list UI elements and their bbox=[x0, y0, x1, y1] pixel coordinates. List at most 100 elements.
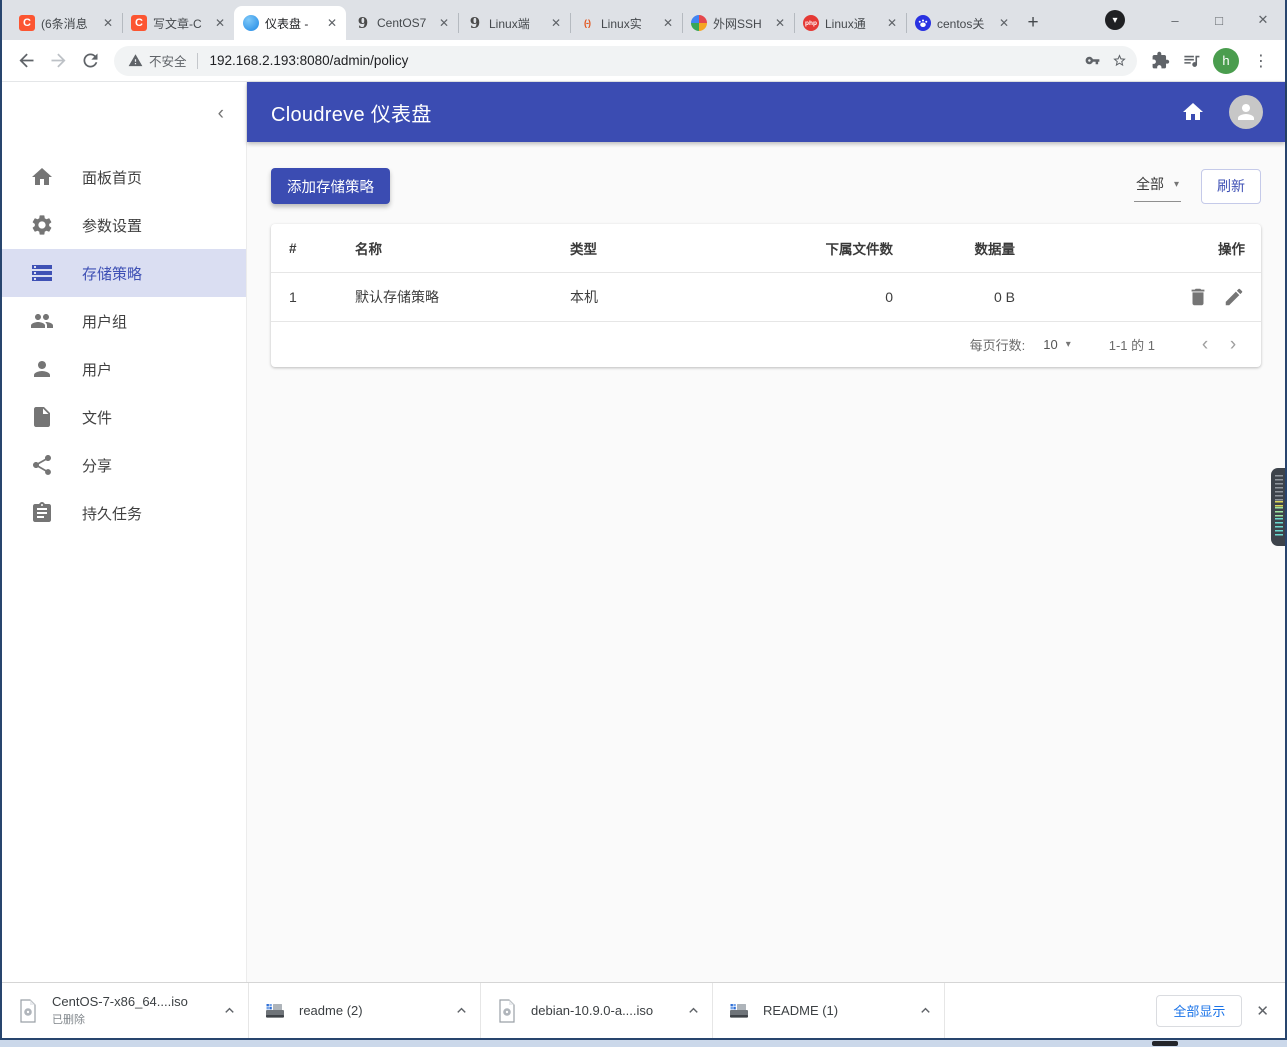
sidebar-item-label: 面板首页 bbox=[82, 169, 143, 187]
sidebar-item-label: 分享 bbox=[82, 457, 113, 475]
cloudreve-favicon bbox=[243, 15, 259, 31]
sidebar-header: ‹ bbox=[2, 82, 246, 145]
sidebar-item-dashboard[interactable]: 面板首页 bbox=[2, 153, 246, 201]
user-avatar[interactable] bbox=[1229, 95, 1263, 129]
browser-menu-icon[interactable]: ⋮ bbox=[1251, 51, 1271, 71]
policy-table-card: # 名称 类型 下属文件数 数据量 操作 1 默认存储策略 本机 0 0 B 每… bbox=[271, 224, 1261, 367]
previous-page-icon[interactable]: ‹ bbox=[1191, 334, 1219, 356]
browser-profile-avatar[interactable]: h bbox=[1213, 47, 1239, 74]
download-filename: CentOS-7-x86_64....iso bbox=[52, 994, 188, 1009]
col-header-index: # bbox=[289, 240, 297, 256]
tab-close-icon[interactable]: ✕ bbox=[324, 15, 340, 31]
show-all-downloads-button[interactable]: 全部显示 bbox=[1156, 994, 1243, 1027]
download-item-debian-iso[interactable]: debian-10.9.0-a....iso bbox=[481, 983, 713, 1038]
url-text[interactable]: 192.168.2.193:8080/admin/policy bbox=[210, 53, 1085, 68]
csdn-favicon: C bbox=[131, 15, 147, 31]
delete-icon[interactable] bbox=[1187, 286, 1209, 308]
table-header-row: # 名称 类型 下属文件数 数据量 操作 bbox=[271, 224, 1261, 272]
chevron-up-icon[interactable] bbox=[682, 1002, 704, 1019]
docked-side-widget[interactable] bbox=[1271, 468, 1285, 546]
tab-close-icon[interactable]: ✕ bbox=[436, 15, 452, 31]
tab-close-icon[interactable]: ✕ bbox=[996, 15, 1012, 31]
window-controls: ▾ – □ ✕ bbox=[1105, 0, 1285, 40]
chevron-down-icon: ▾ bbox=[1173, 178, 1179, 190]
tab-close-icon[interactable]: ✕ bbox=[660, 15, 676, 31]
sidebar-item-files[interactable]: 文件 bbox=[2, 393, 246, 441]
iso-file-icon bbox=[16, 998, 40, 1024]
sidebar-item-label: 用户 bbox=[82, 361, 113, 379]
sidebar-item-settings[interactable]: 参数设置 bbox=[2, 201, 246, 249]
download-item-readme2[interactable]: readme (2) bbox=[249, 983, 481, 1038]
refresh-icon[interactable] bbox=[74, 45, 106, 77]
bookmark-star-icon[interactable] bbox=[1112, 53, 1127, 68]
tab-close-icon[interactable]: ✕ bbox=[100, 15, 116, 31]
rows-per-page-value: 10 bbox=[1043, 337, 1058, 352]
group-icon bbox=[31, 314, 53, 328]
sidebar-item-storage-policy[interactable]: 存储策略 bbox=[2, 249, 246, 297]
security-label[interactable]: 不安全 bbox=[149, 51, 187, 70]
sidebar-item-label: 用户组 bbox=[82, 313, 128, 331]
forward-icon[interactable] bbox=[42, 45, 74, 77]
close-downloads-bar-icon[interactable]: ✕ bbox=[1256, 1002, 1269, 1020]
tab-ssh[interactable]: 外网SSH ✕ bbox=[682, 6, 794, 40]
tab-close-icon[interactable]: ✕ bbox=[772, 15, 788, 31]
home-icon bbox=[32, 168, 52, 185]
tab-centos[interactable]: 9 CentOS7 ✕ bbox=[346, 6, 458, 40]
sidebar-item-tasks[interactable]: 持久任务 bbox=[2, 489, 246, 537]
chevron-up-icon[interactable] bbox=[914, 1002, 936, 1019]
tab-close-icon[interactable]: ✕ bbox=[212, 15, 228, 31]
address-bar[interactable]: 不安全 192.168.2.193:8080/admin/policy bbox=[114, 45, 1137, 76]
col-header-type: 类型 bbox=[570, 242, 597, 257]
refresh-button[interactable]: 刷新 bbox=[1201, 168, 1261, 204]
content-area: 添加存储策略 全部 ▾ 刷新 # 名称 类型 下属文件数 数据量 操作 1 默认… bbox=[247, 142, 1285, 982]
password-key-icon[interactable] bbox=[1085, 53, 1100, 68]
tab-baidu-centos[interactable]: centos关 ✕ bbox=[906, 6, 1018, 40]
home-button-icon[interactable] bbox=[1181, 100, 1205, 124]
person-icon bbox=[34, 361, 50, 377]
col-header-actions: 操作 bbox=[1218, 242, 1245, 257]
sidebar-item-groups[interactable]: 用户组 bbox=[2, 297, 246, 345]
rows-per-page-select[interactable]: 10 ▾ bbox=[1043, 337, 1071, 352]
iso-file-icon bbox=[495, 998, 519, 1024]
tab-csdn-write[interactable]: C 写文章-C ✕ bbox=[122, 6, 234, 40]
tab-linux-shi[interactable]: (-) Linux实 ✕ bbox=[570, 6, 682, 40]
cell-files: 0 bbox=[885, 289, 893, 305]
tab-csdn-messages[interactable]: C (6条消息 ✕ bbox=[10, 6, 122, 40]
col-header-size: 数据量 bbox=[974, 242, 1016, 257]
widget-stripes-green bbox=[1275, 507, 1283, 518]
download-item-readme1[interactable]: README (1) bbox=[713, 983, 945, 1038]
sidebar-item-label: 参数设置 bbox=[82, 217, 143, 235]
tab-title: Linux端 bbox=[489, 16, 530, 31]
content-toolbar: 添加存储策略 全部 ▾ 刷新 bbox=[271, 168, 1261, 204]
tab-close-icon[interactable]: ✕ bbox=[548, 15, 564, 31]
table-row: 1 默认存储策略 本机 0 0 B bbox=[271, 272, 1261, 321]
download-item-centos-iso[interactable]: CentOS-7-x86_64....iso 已删除 bbox=[2, 983, 249, 1038]
back-icon[interactable] bbox=[10, 45, 42, 77]
policy-filter-select[interactable]: 全部 ▾ bbox=[1133, 170, 1181, 202]
extensions-puzzle-icon[interactable] bbox=[1151, 51, 1170, 70]
tab-cloudreve-dashboard-active[interactable]: 仪表盘 - ✕ bbox=[234, 6, 346, 40]
minimize-button[interactable]: – bbox=[1153, 0, 1197, 40]
chevron-up-icon[interactable] bbox=[450, 1002, 472, 1019]
playlist-extension-icon[interactable] bbox=[1182, 51, 1201, 70]
sidebar-item-users[interactable]: 用户 bbox=[2, 345, 246, 393]
chevron-up-icon[interactable] bbox=[218, 1002, 240, 1019]
tab-linux-tong[interactable]: php Linux通 ✕ bbox=[794, 6, 906, 40]
tab-title: centos关 bbox=[937, 16, 985, 31]
maximize-button[interactable]: □ bbox=[1197, 0, 1241, 40]
sidebar-item-shares[interactable]: 分享 bbox=[2, 441, 246, 489]
pagination-range: 1-1 的 1 bbox=[1108, 338, 1155, 353]
sidebar-item-label: 存储策略 bbox=[82, 265, 143, 283]
browser-update-icon[interactable]: ▾ bbox=[1105, 10, 1125, 30]
cell-name: 默认存储策略 bbox=[355, 289, 439, 305]
add-storage-policy-button[interactable]: 添加存储策略 bbox=[271, 168, 390, 204]
tab-linux-port[interactable]: 9 Linux端 ✕ bbox=[458, 6, 570, 40]
new-tab-button[interactable]: + bbox=[1018, 6, 1048, 40]
person-icon bbox=[1238, 104, 1254, 120]
edit-icon[interactable] bbox=[1223, 286, 1245, 308]
collapse-sidebar-icon[interactable]: ‹ bbox=[218, 103, 224, 125]
browser-window: C (6条消息 ✕ C 写文章-C ✕ 仪表盘 - ✕ 9 CentOS7 ✕ … bbox=[0, 0, 1287, 1047]
tab-close-icon[interactable]: ✕ bbox=[884, 15, 900, 31]
next-page-icon[interactable]: › bbox=[1219, 334, 1247, 356]
close-window-button[interactable]: ✕ bbox=[1241, 0, 1285, 40]
